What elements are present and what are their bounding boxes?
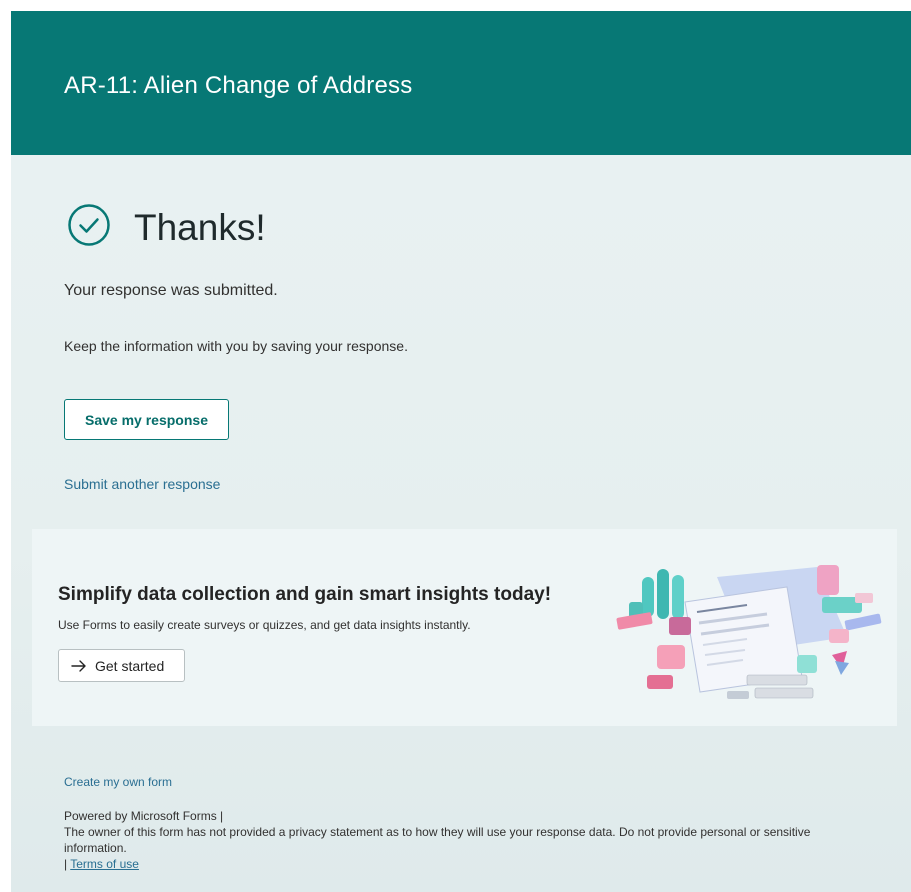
promo-banner: Simplify data collection and gain smart …	[32, 529, 897, 726]
form-page: AR-11: Alien Change of Address Thanks! Y…	[11, 11, 911, 892]
save-response-button[interactable]: Save my response	[64, 399, 229, 440]
forms-illustration	[616, 565, 882, 699]
footer-notice: Powered by Microsoft Forms | The owner o…	[64, 808, 874, 872]
create-form-link[interactable]: Create my own form	[64, 775, 172, 789]
promo-title: Simplify data collection and gain smart …	[58, 584, 552, 605]
form-header: AR-11: Alien Change of Address	[11, 11, 911, 155]
powered-by-text: Powered by Microsoft Forms |	[64, 809, 224, 823]
submit-another-link[interactable]: Submit another response	[64, 476, 220, 492]
thanks-heading: Thanks!	[134, 207, 266, 248]
terms-of-use-link[interactable]: Terms of use	[70, 857, 139, 871]
get-started-button[interactable]: Get started	[58, 649, 185, 682]
terms-line: | Terms of use	[64, 856, 874, 872]
privacy-notice-text: The owner of this form has not provided …	[64, 825, 811, 855]
arrow-right-icon	[71, 659, 86, 672]
promo-description: Use Forms to easily create surveys or qu…	[58, 618, 471, 632]
check-circle-icon	[68, 204, 110, 246]
submitted-message: Your response was submitted.	[64, 282, 278, 299]
get-started-label: Get started	[95, 657, 165, 674]
form-title: AR-11: Alien Change of Address	[64, 72, 413, 99]
keep-info-message: Keep the information with you by saving …	[64, 338, 408, 354]
top-strip	[0, 0, 911, 11]
